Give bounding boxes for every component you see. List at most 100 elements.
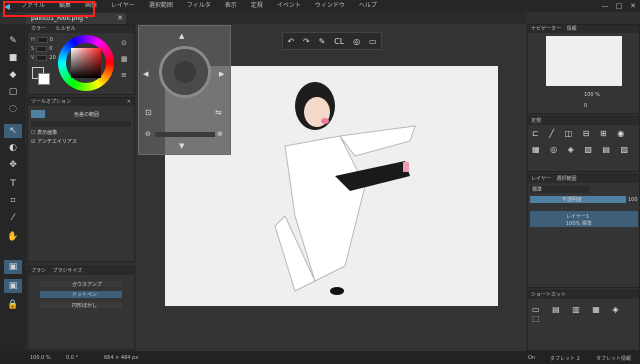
layers-panel: レイヤー 選択範囲 標準 不透明度 100 レイヤー1 100% 標準	[527, 174, 640, 288]
target-icon[interactable]: ◎	[353, 37, 360, 46]
color-panel: カラー ヒルゼル H 0 S 0 V 20 ⊙ ▦ ≡	[27, 24, 135, 95]
clear-button[interactable]: CL	[334, 37, 344, 46]
mask-mode-icon[interactable]: ▣	[4, 279, 22, 293]
shortcut-panel: ショートカット ▭ ▤ ▥ ▦ ◈ ⬚	[527, 290, 640, 351]
eraser-tool-icon[interactable]: ■	[4, 51, 22, 65]
nav-rotate-field[interactable]: 0	[584, 103, 587, 109]
status-angle: 0.0 °	[66, 355, 79, 361]
info-tab[interactable]: 情報	[567, 26, 577, 32]
zoom-slider[interactable]	[155, 132, 215, 137]
status-zoom: 100.0 %	[30, 355, 51, 361]
status-tablet-info: タブレット情報	[596, 356, 632, 362]
ruler-tools-row[interactable]: ⊏ ╱ ◫ ⊟ ⊞ ◉	[532, 129, 628, 138]
lock-icon[interactable]: 🔒	[4, 298, 22, 312]
opacity-value: 100	[628, 197, 638, 203]
pan-down-icon[interactable]: ▼	[179, 142, 184, 150]
hsv-h-value: 0	[49, 37, 53, 43]
lasso-icon[interactable]: ◌	[4, 102, 22, 116]
blend-mode-select[interactable]: 標準	[530, 186, 590, 193]
canvas-float-toolbar: ↶ ↷ ✎ CL ◎ ▭	[282, 32, 382, 50]
ruler-header: 定規	[528, 117, 639, 125]
layers-tab[interactable]: レイヤー	[531, 176, 551, 182]
nav-zoom-field[interactable]: 100 %	[584, 92, 600, 98]
rect-select-icon[interactable]: ▢	[4, 85, 22, 99]
text-tool-icon[interactable]: T	[4, 177, 22, 191]
undo-icon[interactable]: ↶	[287, 37, 294, 46]
background-color-swatch[interactable]	[38, 73, 50, 85]
hsv-s-value: 0	[49, 46, 53, 52]
brush-tab[interactable]: ブラシ	[31, 268, 46, 274]
flip-icon[interactable]: ⇋	[215, 108, 222, 117]
layer-name: レイヤー1	[566, 214, 590, 220]
menu-event[interactable]: イベント	[270, 0, 308, 12]
select-tool-icon[interactable]: ↖	[4, 124, 22, 138]
hsv-row-s: S 0	[31, 46, 52, 52]
hsv-s-field[interactable]	[36, 46, 48, 52]
move-tool-icon[interactable]: ✥	[4, 158, 22, 172]
menu-bar: ◀ ファイル 編集 画像 レイヤー 選択範囲 フィルタ 表示 定規 イベント ウ…	[0, 0, 640, 12]
bucket-icon[interactable]: ◐	[4, 141, 22, 155]
hsv-h-label: H	[31, 37, 35, 43]
pen-icon[interactable]: ✎	[319, 37, 326, 46]
palette-icon[interactable]: ▦	[121, 55, 128, 63]
status-bar: 100.0 % 0.0 ° 664 × 484 px On タブレット 2 タブ…	[0, 351, 640, 364]
layer-row-1[interactable]: レイヤー1 100% 標準	[530, 211, 638, 227]
close-button[interactable]: ✕	[626, 0, 640, 12]
menu-ruler[interactable]: 定規	[244, 0, 270, 12]
pen-tool-icon[interactable]: ✎	[4, 34, 22, 48]
brush-item-3[interactable]: 円形ぼかし	[40, 302, 122, 309]
crop-tool-icon[interactable]: ⌗	[4, 194, 22, 208]
pan-left-icon[interactable]: ◀	[143, 70, 148, 78]
zoom-in-icon[interactable]: ⊕	[217, 130, 223, 138]
layer-mode-icon[interactable]: ▣	[4, 260, 22, 274]
status-on: On	[528, 355, 536, 361]
hsv-v-field[interactable]	[36, 55, 48, 61]
window-icon[interactable]: ▭	[369, 37, 377, 46]
menu-layer[interactable]: レイヤー	[104, 0, 142, 12]
hsv-v-label: V	[31, 55, 35, 61]
document-tab-bar: paint01_Rioil.png * ✕	[26, 12, 526, 24]
zoom-fit-icon[interactable]: ⊡	[145, 108, 152, 117]
pan-up-icon[interactable]: ▲	[179, 32, 184, 40]
tab-close-icon[interactable]: ✕	[117, 13, 123, 24]
panel-close-icon[interactable]: ✕	[127, 98, 131, 106]
menu-lines-icon[interactable]: ≡	[121, 71, 127, 79]
check-sample-image[interactable]: ☐ 表示画像	[31, 129, 57, 136]
brush-item-2[interactable]: ドットペン	[40, 291, 122, 298]
color-panel-tab2[interactable]: ヒルゼル	[56, 26, 76, 32]
menu-window[interactable]: ウィンドウ	[308, 0, 352, 12]
pan-right-icon[interactable]: ▶	[219, 70, 224, 78]
selection-tab[interactable]: 選択範囲	[556, 176, 576, 182]
color-mode-icon[interactable]: ⊙	[121, 39, 127, 47]
navigator-preview[interactable]	[546, 36, 622, 86]
fill-tool-icon[interactable]: ◆	[4, 68, 22, 82]
eyedropper-icon[interactable]: ⁄	[4, 211, 22, 225]
redo-icon[interactable]: ↷	[303, 37, 310, 46]
menu-filter[interactable]: フィルタ	[180, 0, 218, 12]
menu-select[interactable]: 選択範囲	[142, 0, 180, 12]
menu-view[interactable]: 表示	[218, 0, 244, 12]
ruler-patterns-row[interactable]: ▦ ◎ ◈ ▧ ▤ ▨	[532, 145, 632, 154]
color-sv-square[interactable]	[71, 48, 101, 78]
rotation-dial[interactable]	[159, 46, 211, 98]
hsv-h-field[interactable]	[36, 37, 48, 43]
brush-size-tab[interactable]: ブラシサイズ	[53, 268, 83, 274]
menu-help[interactable]: ヘルプ	[352, 0, 384, 12]
check-antialias[interactable]: ☑ アンチエイリアス	[31, 138, 77, 145]
color-panel-title[interactable]: カラー	[31, 26, 46, 32]
shortcut-icons-row[interactable]: ▭ ▤ ▥ ▦ ◈ ⬚	[532, 305, 639, 323]
opacity-slider[interactable]: 不透明度	[530, 196, 626, 203]
minimize-button[interactable]: —	[598, 0, 612, 12]
brush-panel-header: ブラシ ブラシサイズ	[28, 267, 134, 275]
tolerance-swatch[interactable]	[31, 110, 45, 118]
zoom-out-icon[interactable]: ⊖	[145, 130, 151, 138]
layers-header: レイヤー 選択範囲	[528, 175, 639, 183]
layer-info: 100% 標準	[566, 221, 592, 227]
tolerance-label: 色差の範囲	[74, 112, 100, 118]
hsv-s-label: S	[31, 46, 35, 52]
hand-tool-icon[interactable]: ✋	[4, 230, 22, 244]
maximize-button[interactable]: □	[612, 0, 626, 12]
brush-item-1[interactable]: ガウスアンプ	[40, 281, 122, 288]
navigator-title[interactable]: ナビゲーター	[531, 26, 561, 32]
tolerance-slider[interactable]	[31, 121, 131, 127]
